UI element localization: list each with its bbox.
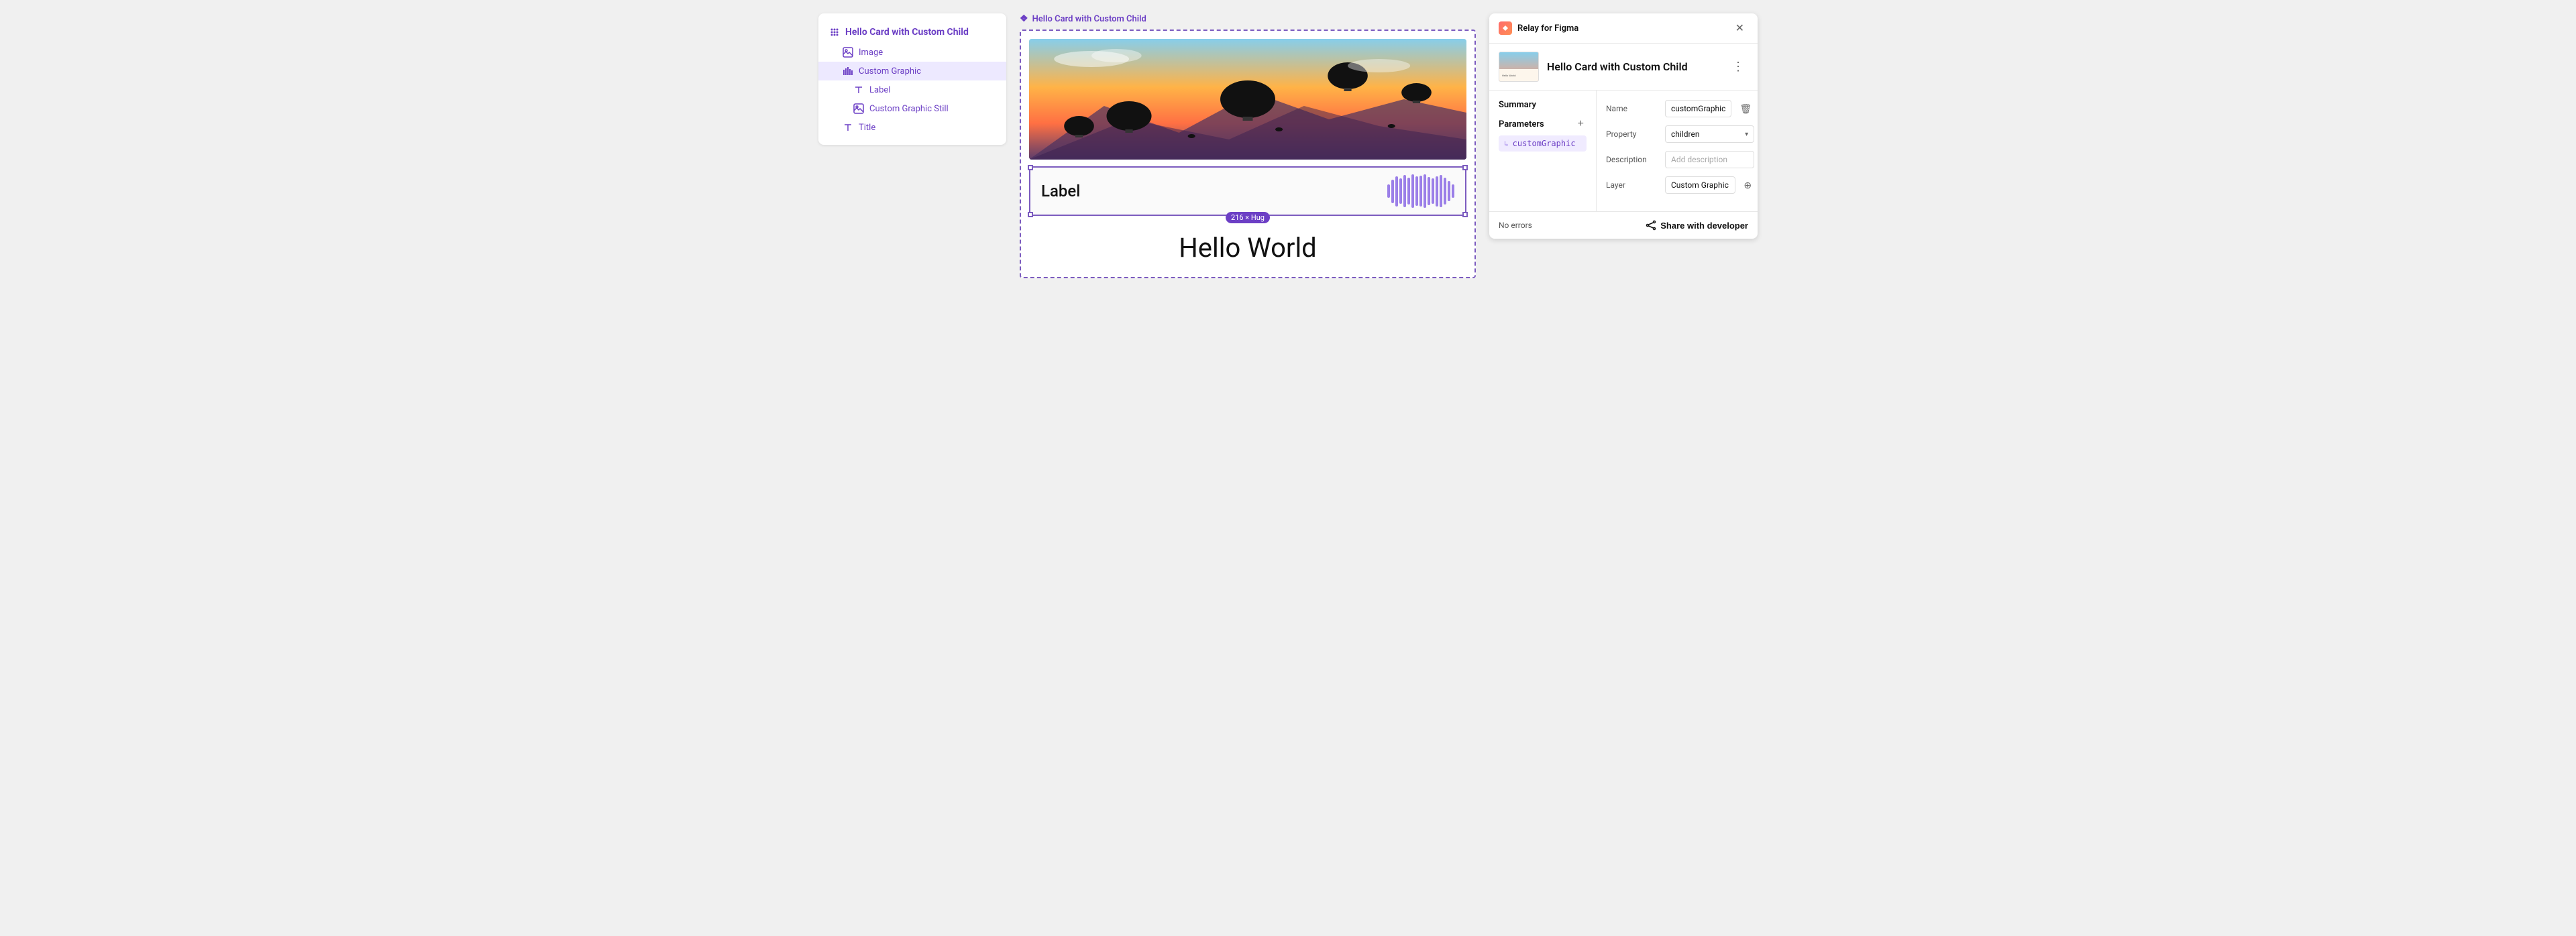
label-label: Label [869,85,890,95]
tree-item-title[interactable]: Title [818,118,1006,137]
param-item[interactable]: ↳ customGraphic [1499,135,1587,152]
chevron-down-icon: ▾ [1745,131,1748,138]
details-section: Name customGraphic 🗑 Property children ▾… [1597,91,1758,211]
property-field-row: Property children ▾ [1606,125,1754,143]
more-options-button[interactable]: ⋮ [1728,58,1748,75]
left-panel: Hello Card with Custom Child Image [818,13,1006,145]
canvas-title-diamond-icon: ❖ [1020,13,1028,24]
layer-value[interactable]: Custom Graphic [1665,176,1735,194]
canvas-area: Label [1020,30,1476,278]
size-badge: 216 × Hug [1226,212,1270,223]
text-icon [853,84,864,95]
description-field-row: Description Add description [1606,151,1754,168]
add-parameter-button[interactable]: + [1575,118,1587,130]
hello-world-section: 216 × Hug Hello World [1029,221,1466,269]
param-name: customGraphic [1513,139,1576,148]
card-thumbnail: Hello World [1499,52,1539,82]
handle-tl[interactable] [1028,165,1033,170]
app-name: Relay for Figma [1517,23,1578,34]
description-label: Description [1606,155,1660,164]
canvas-title: ❖ Hello Card with Custom Child [1020,13,1476,24]
image-label: Image [859,48,883,58]
share-button[interactable]: Share with developer [1646,220,1748,231]
title-text-icon [843,122,853,133]
parameters-label: Parameters [1499,119,1544,129]
card-preview-header: Hello World Hello Card with Custom Child… [1489,44,1758,91]
card-panel-title: Hello Card with Custom Child [1547,60,1720,73]
relay-logo-icon [1499,21,1512,35]
tree-item-label[interactable]: Label [818,80,1006,99]
relay-header: Relay for Figma ✕ [1489,13,1758,44]
handle-tr[interactable] [1462,165,1468,170]
customgraphic-label: Custom Graphic [859,66,921,76]
summary-title: Summary [1499,100,1587,110]
graphic-section: Label [1029,166,1466,216]
hello-world-text: Hello World [1029,221,1466,269]
card-thumbnail-bottom: Hello World [1499,69,1538,81]
panel-footer: No errors Share with developer [1489,212,1758,239]
trash-button[interactable]: 🗑 [1737,102,1754,116]
bar-chart-icon [843,66,853,76]
name-field-row: Name customGraphic 🗑 [1606,100,1754,117]
root-label: Hello Card with Custom Child [845,27,969,38]
title-label: Title [859,123,875,133]
property-label: Property [1606,129,1660,139]
handle-br[interactable] [1462,212,1468,217]
share-icon [1646,220,1656,231]
description-value[interactable]: Add description [1665,151,1754,168]
handle-bl[interactable] [1028,212,1033,217]
name-value[interactable]: customGraphic [1665,100,1731,117]
image-still-icon [853,103,864,114]
waveform [1387,174,1454,208]
grid-icon [829,27,840,38]
param-arrow-icon: ↳ [1504,139,1509,148]
middle-panel: ❖ Hello Card with Custom Child [1020,13,1476,278]
target-button[interactable]: ⊕ [1741,178,1754,192]
customgraphicstill-label: Custom Graphic Still [869,104,949,114]
panel-body: Summary Parameters + ↳ customGraphic Nam… [1489,91,1758,212]
share-label: Share with developer [1660,221,1748,231]
canvas-title-text: Hello Card with Custom Child [1032,14,1146,24]
name-label: Name [1606,104,1660,113]
property-select[interactable]: children ▾ [1665,125,1754,143]
tree-item-customgraphic[interactable]: Custom Graphic [818,62,1006,80]
summary-section: Summary Parameters + ↳ customGraphic [1489,91,1597,211]
tree-item-root[interactable]: Hello Card with Custom Child [818,21,1006,43]
tree-item-customgraphicstill[interactable]: Custom Graphic Still [818,99,1006,118]
app-container: Hello Card with Custom Child Image [818,13,1758,278]
right-panel: Relay for Figma ✕ Hello World Hello Card… [1489,13,1758,239]
parameters-header: Parameters + [1499,118,1587,130]
layer-field-row: Layer Custom Graphic ⊕ [1606,176,1754,194]
card-image [1029,39,1466,160]
image-icon [843,47,853,58]
relay-logo: Relay for Figma [1499,21,1578,35]
layer-label: Layer [1606,180,1660,190]
property-value: children [1671,129,1699,139]
tree-item-image[interactable]: Image [818,43,1006,62]
close-button[interactable]: ✕ [1731,20,1748,36]
no-errors-text: No errors [1499,221,1532,230]
graphic-label: Label [1041,182,1080,200]
